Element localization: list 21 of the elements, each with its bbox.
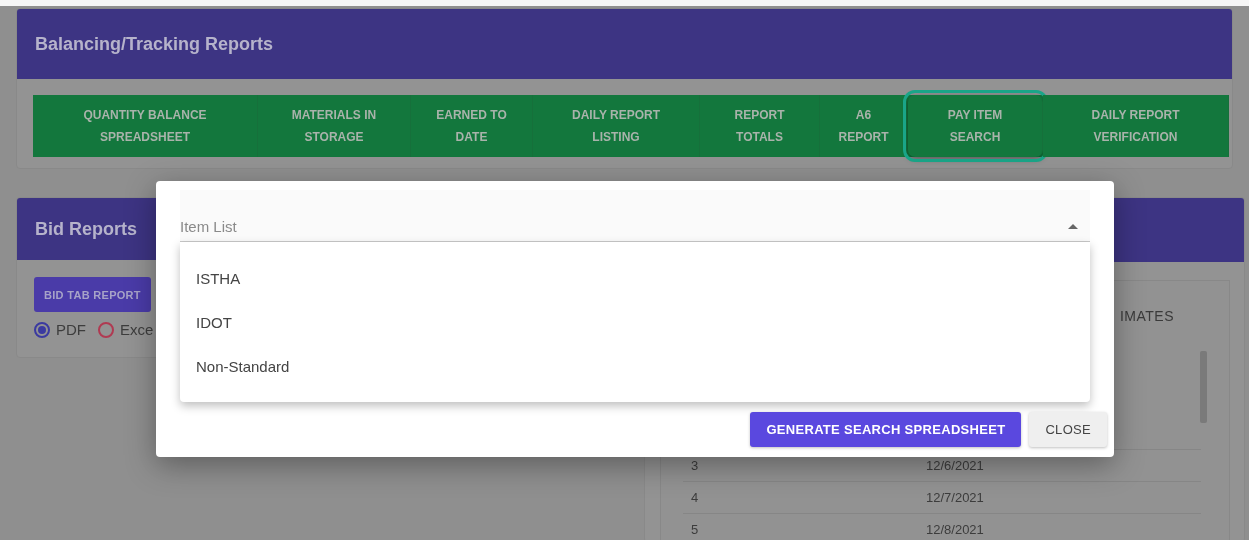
generate-button[interactable]: GENERATE SEARCH SPREADSHEET <box>750 412 1022 447</box>
item-list-select[interactable]: Item List <box>180 190 1090 242</box>
card-title: Bid Reports <box>35 218 137 240</box>
radio-label: Exce <box>120 321 154 338</box>
scrollbar[interactable] <box>1200 351 1207 423</box>
card-title: Balancing/Tracking Reports <box>35 33 274 55</box>
radio-button[interactable] <box>34 321 50 338</box>
menu-item[interactable]: ISTHA <box>180 256 1090 300</box>
report-button[interactable]: QUANTITY BALANCE SPREADSHEET <box>33 95 258 157</box>
menu-item[interactable]: IDOT <box>180 300 1090 344</box>
close-button[interactable]: CLOSE <box>1029 412 1107 447</box>
bid-tab-report-button[interactable]: BID TAB REPORT <box>34 277 151 312</box>
menu-item[interactable]: Non-Standard <box>180 344 1090 388</box>
report-button[interactable]: DAILY REPORT VERIFICATION <box>1043 95 1229 157</box>
table-cell: 12/7/2021 <box>926 490 984 505</box>
table-cell: 12/8/2021 <box>926 522 984 537</box>
tab[interactable]: IMATES <box>1119 308 1174 324</box>
radio-button[interactable] <box>98 321 114 338</box>
caret-icon <box>1068 224 1078 229</box>
radio-label: PDF <box>56 321 86 338</box>
table-cell: 12/6/2021 <box>926 458 984 473</box>
